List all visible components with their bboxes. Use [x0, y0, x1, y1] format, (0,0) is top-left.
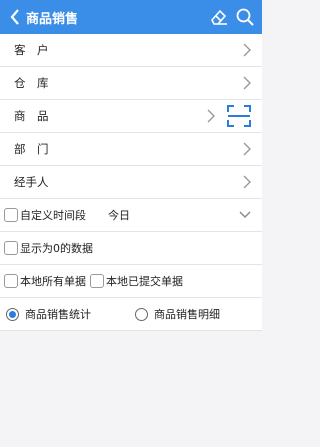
row-label: 部 门 [14, 142, 49, 156]
custom-period-label: 自定义时间段 [20, 209, 86, 222]
detail-label: 商品销售明细 [154, 308, 220, 321]
radio-selected-dot [9, 310, 16, 318]
row-customer[interactable]: 客 户 [0, 34, 262, 67]
show-zero-label: 显示为0的数据 [20, 242, 93, 255]
local-submitted-label: 本地已提交单据 [106, 275, 183, 288]
row-department[interactable]: 部 门 [0, 133, 262, 166]
detail-radio[interactable] [135, 307, 148, 321]
stats-label: 商品销售统计 [25, 308, 91, 321]
show-zero-row: 显示为0的数据 [0, 232, 262, 265]
chevron-right-icon [242, 142, 252, 156]
row-label: 商 品 [14, 109, 49, 123]
stats-radio[interactable] [6, 307, 19, 321]
chevron-right-icon [242, 175, 252, 189]
filter-list: 客 户 仓 库 商 品 部 门 经手人 [0, 34, 262, 199]
search-icon [236, 8, 254, 26]
local-all-checkbox[interactable] [4, 274, 18, 288]
show-zero-checkbox[interactable] [4, 241, 18, 255]
row-label: 客 户 [14, 43, 49, 57]
scan-icon [227, 105, 251, 127]
local-docs-row: 本地所有单据 本地已提交单据 [0, 265, 262, 298]
chevron-right-icon [242, 43, 252, 57]
report-type-row: 商品销售统计 商品销售明细 [0, 298, 262, 331]
chevron-right-icon [242, 76, 252, 90]
row-product[interactable]: 商 品 [0, 100, 262, 133]
search-button[interactable] [234, 6, 256, 28]
back-button[interactable] [6, 6, 24, 28]
row-label: 经手人 [14, 175, 49, 189]
chevron-right-icon [206, 109, 216, 123]
back-icon [10, 9, 19, 25]
scan-button[interactable] [226, 103, 252, 129]
period-row: 自定义时间段 今日 [0, 199, 262, 232]
row-handler[interactable]: 经手人 [0, 166, 262, 199]
eraser-icon [211, 9, 227, 25]
app-header: 商品销售 [0, 0, 262, 34]
local-submitted-checkbox[interactable] [90, 274, 104, 288]
row-label: 仓 库 [14, 76, 49, 90]
local-all-label: 本地所有单据 [20, 275, 86, 288]
clear-button[interactable] [208, 6, 230, 28]
page-title: 商品销售 [26, 11, 79, 27]
period-value[interactable]: 今日 [108, 207, 238, 223]
row-warehouse[interactable]: 仓 库 [0, 67, 262, 100]
chevron-down-icon[interactable] [238, 211, 252, 219]
custom-period-checkbox[interactable] [4, 208, 18, 222]
